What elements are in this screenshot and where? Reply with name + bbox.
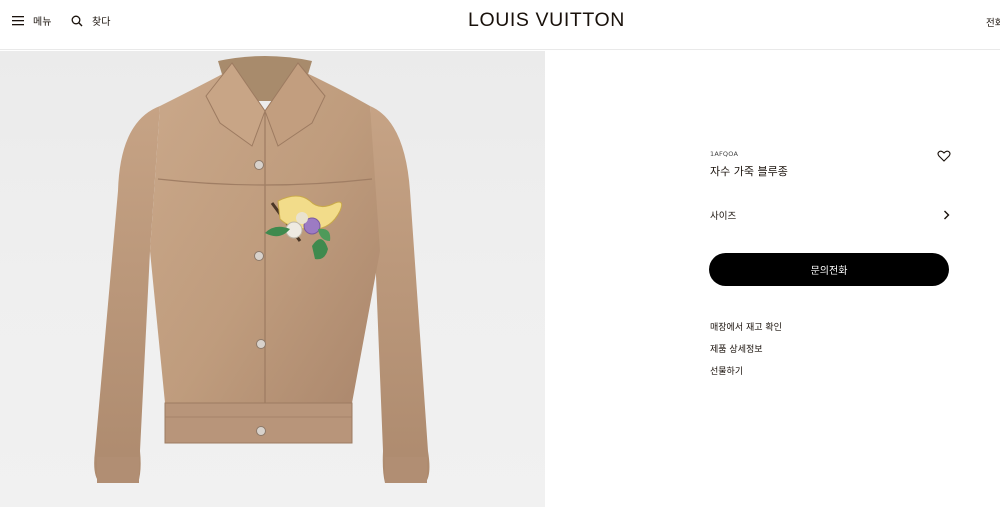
site-header: 메뉴 찾다 LOUIS VUITTON 전화 <box>0 0 1000 50</box>
menu-label: 메뉴 <box>33 17 52 28</box>
heart-icon[interactable] <box>937 149 951 163</box>
product-details: 1AFQOA 자수 가죽 블루종 사이즈 문의전화 매장에서 재고 확인 제품 … <box>545 51 1000 507</box>
product-name: 자수 가죽 블루종 <box>710 165 788 178</box>
hamburger-icon <box>12 16 24 26</box>
size-label: 사이즈 <box>710 211 737 222</box>
menu-button[interactable]: 메뉴 <box>12 13 51 28</box>
contact-call-button[interactable]: 문의전화 <box>709 253 949 286</box>
gift-link[interactable]: 선물하기 <box>710 364 743 377</box>
brand-logo[interactable]: LOUIS VUITTON <box>468 9 625 32</box>
jacket-illustration <box>94 56 430 483</box>
call-button[interactable]: 전화 <box>986 15 1000 29</box>
product-details-link[interactable]: 제품 상세정보 <box>710 342 763 355</box>
search-icon <box>71 15 83 26</box>
search-label: 찾다 <box>92 17 111 28</box>
store-stock-link[interactable]: 매장에서 재고 확인 <box>710 320 782 333</box>
search-button[interactable]: 찾다 <box>71 13 110 28</box>
chevron-right-icon <box>944 210 950 220</box>
size-selector[interactable]: 사이즈 <box>710 206 950 224</box>
product-sku: 1AFQOA <box>710 150 739 158</box>
product-image[interactable] <box>0 51 545 507</box>
